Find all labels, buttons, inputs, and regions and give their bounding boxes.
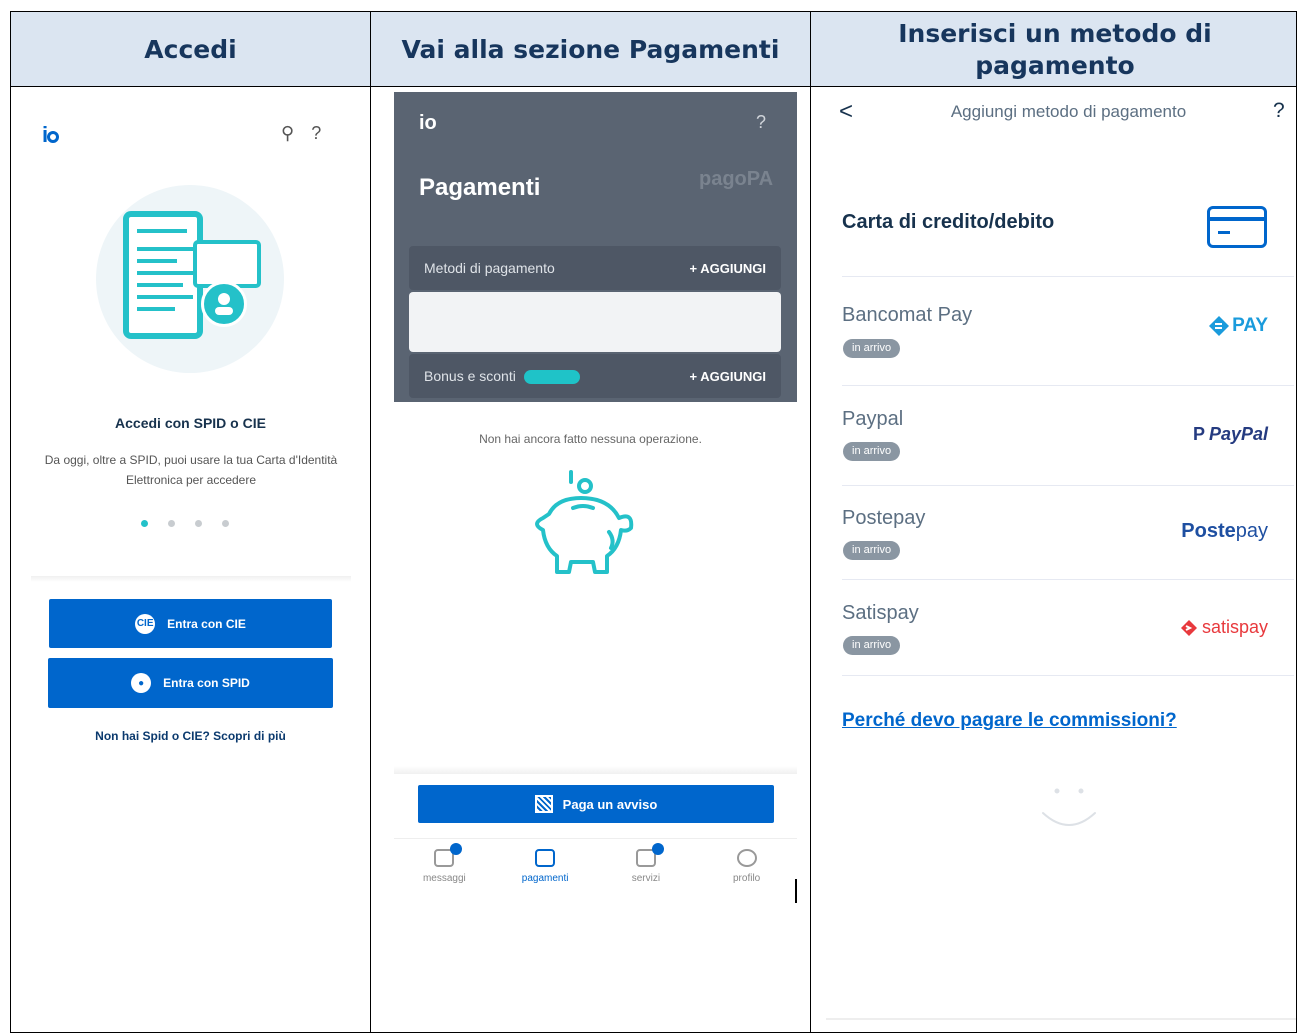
loading-smile-icon	[1039, 783, 1099, 833]
empty-state-text: Non hai ancora fatto nessuna operazione.	[479, 432, 702, 446]
method-name: Bancomat Pay	[842, 304, 973, 326]
new-badge: .	[523, 370, 580, 385]
payment-method-paypal[interactable]: Paypal in arrivo P PayPal	[842, 386, 1294, 486]
messages-icon	[434, 843, 463, 867]
tab-pagamenti[interactable]: pagamenti	[505, 839, 585, 898]
login-description: Da oggi, oltre a SPID, puoi usare la tua…	[44, 453, 338, 487]
page-title: Aggiungi metodo di pagamento	[950, 102, 1187, 121]
divider	[394, 766, 797, 774]
tab-servizi[interactable]: servizi	[606, 839, 686, 898]
page-title: Pagamenti	[419, 174, 541, 201]
add-payment-method-button[interactable]: + AGGIUNGI	[690, 261, 766, 276]
wallet-icon	[535, 849, 556, 867]
coming-soon-badge: in arrivo	[843, 339, 901, 358]
spid-button-label: Entra con SPID	[163, 676, 250, 690]
paypal-logo: P PayPal	[1192, 424, 1268, 444]
bancomat-pay-logo: PAY	[1208, 315, 1268, 337]
column-header-metodo: Inserisci un metodo di pagamento	[898, 18, 1212, 80]
bottom-tab-bar: messaggi pagamenti servizi profilo	[394, 838, 797, 898]
satispay-logo: satispay	[1180, 617, 1268, 638]
pay-notice-label: Paga un avviso	[562, 796, 658, 812]
postepay-logo: Postepay	[1181, 520, 1268, 542]
tab-label: pagamenti	[521, 873, 569, 884]
bonus-row[interactable]: Bonus e sconti. + AGGIUNGI	[409, 354, 781, 398]
payment-methods-row[interactable]: Metodi di pagamento + AGGIUNGI	[409, 246, 781, 290]
pay-notice-button[interactable]: Paga un avviso	[418, 785, 774, 823]
payment-methods-label: Metodi di pagamento	[424, 260, 555, 276]
tab-messaggi[interactable]: messaggi	[404, 839, 484, 898]
carousel-dots[interactable]	[141, 520, 229, 527]
coming-soon-badge: in arrivo	[843, 636, 901, 655]
payments-screen: io ? Pagamenti pagoPA Metodi di pagament…	[371, 88, 810, 1032]
io-logo: io	[419, 112, 437, 134]
method-name: Postepay	[842, 507, 926, 529]
search-icon[interactable]: ⚲	[281, 123, 294, 143]
login-title: Accedi con SPID o CIE	[115, 415, 266, 431]
payment-method-satispay[interactable]: Satispay in arrivo satispay	[842, 580, 1294, 676]
column-header-pagamenti: Vai alla sezione Pagamenti	[401, 34, 780, 64]
coming-soon-badge: in arrivo	[843, 442, 901, 461]
profile-icon	[736, 849, 757, 867]
payment-method-bancomat-pay[interactable]: Bancomat Pay in arrivo PAY	[842, 277, 1294, 386]
tab-label: servizi	[631, 873, 661, 884]
piggy-bank-icon	[521, 468, 651, 588]
payments-header: io ? Pagamenti pagoPA Metodi di pagament…	[394, 92, 797, 402]
method-name: Paypal	[842, 408, 904, 430]
divider	[31, 576, 351, 582]
header-icons: ⚲ ?	[281, 123, 321, 144]
tab-profilo[interactable]: profilo	[707, 839, 787, 898]
help-icon[interactable]: ?	[311, 123, 321, 143]
text-cursor	[795, 879, 797, 903]
method-name: Satispay	[842, 602, 919, 624]
column-header-accedi: Accedi	[144, 34, 237, 64]
tab-label: messaggi	[422, 873, 466, 884]
cie-button-label: Entra con CIE	[167, 616, 246, 631]
wallet-card-placeholder	[409, 292, 781, 352]
payment-method-credit-card[interactable]: Carta di credito/debito	[842, 176, 1294, 277]
help-icon[interactable]: ?	[756, 112, 766, 133]
commissions-info-link[interactable]: Perché devo pagare le commissioni?	[842, 710, 1177, 732]
more-info-link[interactable]: Non hai Spid o CIE? Scopri di più	[11, 729, 370, 743]
help-icon[interactable]: ?	[1273, 99, 1285, 123]
add-bonus-button[interactable]: + AGGIUNGI	[690, 369, 766, 384]
cie-login-button[interactable]: CIE Entra con CIE	[49, 599, 332, 648]
bottom-divider	[826, 1018, 1296, 1020]
add-payment-method-screen: < Aggiungi metodo di pagamento ? Carta d…	[811, 88, 1296, 1032]
method-name: Carta di credito/debito	[842, 211, 1055, 233]
coming-soon-badge: in arrivo	[843, 541, 901, 560]
user-icon: ●	[131, 673, 152, 693]
payment-method-postepay[interactable]: Postepay in arrivo Postepay	[842, 486, 1294, 580]
user-badge-icon	[201, 281, 247, 327]
credit-card-icon	[1207, 206, 1267, 248]
pagopa-logo: pagoPA	[699, 168, 774, 190]
spid-login-button[interactable]: ● Entra con SPID	[48, 658, 333, 708]
login-screen: i ⚲ ? Accedi con SPID o CIE Da oggi, olt…	[11, 88, 370, 1032]
bonus-label: Bonus e sconti	[424, 367, 516, 384]
services-icon	[635, 843, 664, 867]
qr-code-icon	[534, 795, 553, 813]
io-logo: i	[42, 122, 60, 148]
tab-label: profilo	[733, 873, 761, 884]
phone-illustration-icon	[123, 211, 203, 339]
cie-icon: CIE	[135, 613, 156, 634]
